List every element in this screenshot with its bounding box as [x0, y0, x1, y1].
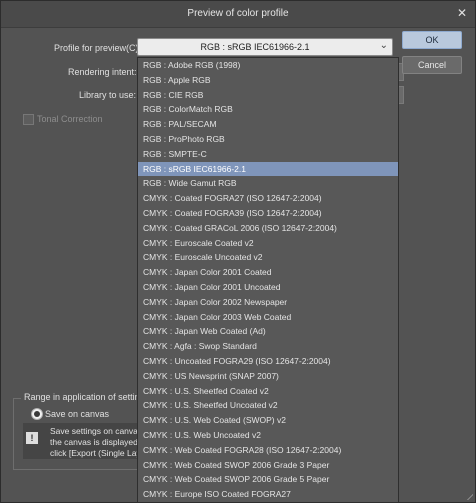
- profile-select-value: RGB : sRGB IEC61966-2.1: [200, 42, 310, 52]
- profile-option[interactable]: CMYK : U.S. Web Uncoated v2: [138, 428, 398, 443]
- profile-option[interactable]: CMYK : US Newsprint (SNAP 2007): [138, 369, 398, 384]
- profile-option[interactable]: CMYK : Euroscale Coated v2: [138, 236, 398, 251]
- tonal-correction-label: Tonal Correction: [37, 114, 103, 124]
- profile-option[interactable]: RGB : Wide Gamut RGB: [138, 176, 398, 191]
- info-text-line: click [Export (Single Laye: [50, 448, 140, 458]
- close-icon[interactable]: ✕: [455, 6, 469, 20]
- dialog-title: Preview of color profile: [187, 8, 289, 19]
- profile-option[interactable]: RGB : ColorMatch RGB: [138, 102, 398, 117]
- profile-option[interactable]: CMYK : Web Coated SWOP 2006 Grade 5 Pape…: [138, 472, 398, 487]
- resize-grip[interactable]: [465, 492, 473, 500]
- profile-option[interactable]: CMYK : Euroscale Uncoated v2: [138, 250, 398, 265]
- profile-option[interactable]: CMYK : Japan Color 2001 Coated: [138, 265, 398, 280]
- save-on-canvas-label: Save on canvas: [45, 409, 110, 419]
- info-text-line: Save settings on canvas: [50, 426, 140, 436]
- profile-option[interactable]: CMYK : U.S. Sheetfed Coated v2: [138, 384, 398, 399]
- profile-option[interactable]: CMYK : Japan Color 2003 Web Coated: [138, 310, 398, 325]
- chevron-down-icon[interactable]: ⌄: [380, 40, 388, 51]
- profile-option[interactable]: CMYK : Uncoated FOGRA29 (ISO 12647-2:200…: [138, 354, 398, 369]
- rendering-intent-label: Rendering intent:: [68, 67, 137, 77]
- profile-option[interactable]: RGB : PAL/SECAM: [138, 117, 398, 132]
- profile-option[interactable]: CMYK : Japan Color 2001 Uncoated: [138, 280, 398, 295]
- profile-option[interactable]: CMYK : Agfa : Swop Standard: [138, 339, 398, 354]
- info-icon: !: [26, 432, 38, 444]
- profile-option[interactable]: RGB : SMPTE-C: [138, 147, 398, 162]
- range-group-title: Range in application of settings: [21, 392, 153, 402]
- profile-option[interactable]: CMYK : Web Coated SWOP 2006 Grade 3 Pape…: [138, 458, 398, 473]
- profile-option[interactable]: CMYK : U.S. Sheetfed Uncoated v2: [138, 398, 398, 413]
- save-on-canvas-radio[interactable]: [31, 408, 43, 420]
- profile-option[interactable]: RGB : sRGB IEC61966-2.1: [138, 161, 398, 177]
- tonal-correction-checkbox[interactable]: [23, 114, 34, 125]
- profile-select[interactable]: RGB : sRGB IEC61966-2.1 ⌄: [137, 38, 393, 56]
- profile-option[interactable]: CMYK : Web Coated FOGRA28 (ISO 12647-2:2…: [138, 443, 398, 458]
- profile-option[interactable]: CMYK : Japan Color 2002 Newspaper: [138, 295, 398, 310]
- profile-option[interactable]: RGB : Adobe RGB (1998): [138, 58, 398, 73]
- profile-option[interactable]: RGB : ProPhoto RGB: [138, 132, 398, 147]
- profile-option[interactable]: RGB : CIE RGB: [138, 88, 398, 103]
- profile-option[interactable]: CMYK : Coated GRACoL 2006 (ISO 12647-2:2…: [138, 221, 398, 236]
- profile-dropdown-list[interactable]: RGB : Adobe RGB (1998) RGB : Apple RGB RGB…: [137, 57, 399, 503]
- profile-option[interactable]: CMYK : Coated FOGRA39 (ISO 12647-2:2004): [138, 206, 398, 221]
- profile-option[interactable]: CMYK : Japan Web Coated (Ad): [138, 324, 398, 339]
- title-bar: Preview of color profile ✕: [1, 1, 475, 28]
- library-label: Library to use:: [79, 90, 137, 100]
- profile-label: Profile for preview(C):: [54, 43, 142, 53]
- profile-option[interactable]: CMYK : Coated FOGRA27 (ISO 12647-2:2004): [138, 191, 398, 206]
- ok-button[interactable]: OK: [402, 31, 462, 49]
- profile-option[interactable]: CMYK : U.S. Web Coated (SWOP) v2: [138, 413, 398, 428]
- profile-option[interactable]: RGB : Apple RGB: [138, 73, 398, 88]
- cancel-button[interactable]: Cancel: [402, 56, 462, 74]
- profile-option[interactable]: CMYK : Europe ISO Coated FOGRA27: [138, 487, 398, 502]
- info-text-line: the canvas is displayed.: [50, 437, 140, 447]
- color-profile-dialog: Preview of color profile ✕ Profile for p…: [0, 0, 476, 503]
